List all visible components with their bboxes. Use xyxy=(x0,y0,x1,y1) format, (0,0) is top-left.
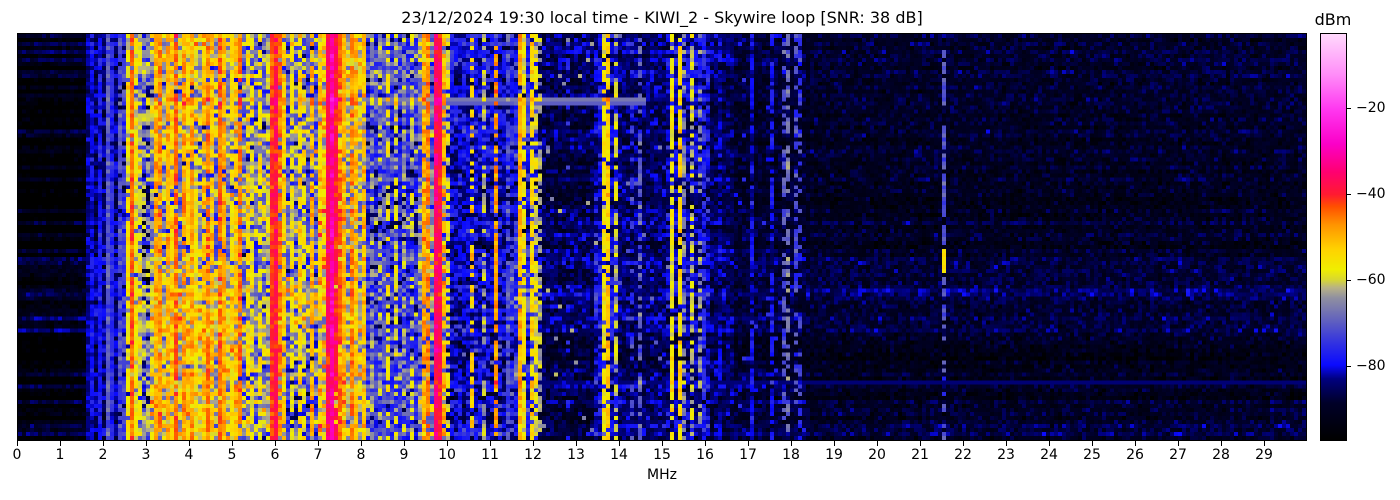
colorbar-tick-label: −60 xyxy=(1356,273,1386,287)
colorbar-tick-label: −80 xyxy=(1356,359,1386,373)
colorbar-tick-mark xyxy=(1347,194,1351,195)
colorbar-tick-label: −20 xyxy=(1356,101,1386,115)
colorbar-ticks: −20 −40 −60 −80 xyxy=(0,0,1400,500)
colorbar-tick-label: −40 xyxy=(1356,187,1386,201)
colorbar-tick-mark xyxy=(1347,366,1351,367)
colorbar-tick-mark xyxy=(1347,108,1351,109)
colorbar-tick-mark xyxy=(1347,280,1351,281)
spectrogram-figure: 23/12/2024 19:30 local time - KIWI_2 - S… xyxy=(0,0,1400,500)
